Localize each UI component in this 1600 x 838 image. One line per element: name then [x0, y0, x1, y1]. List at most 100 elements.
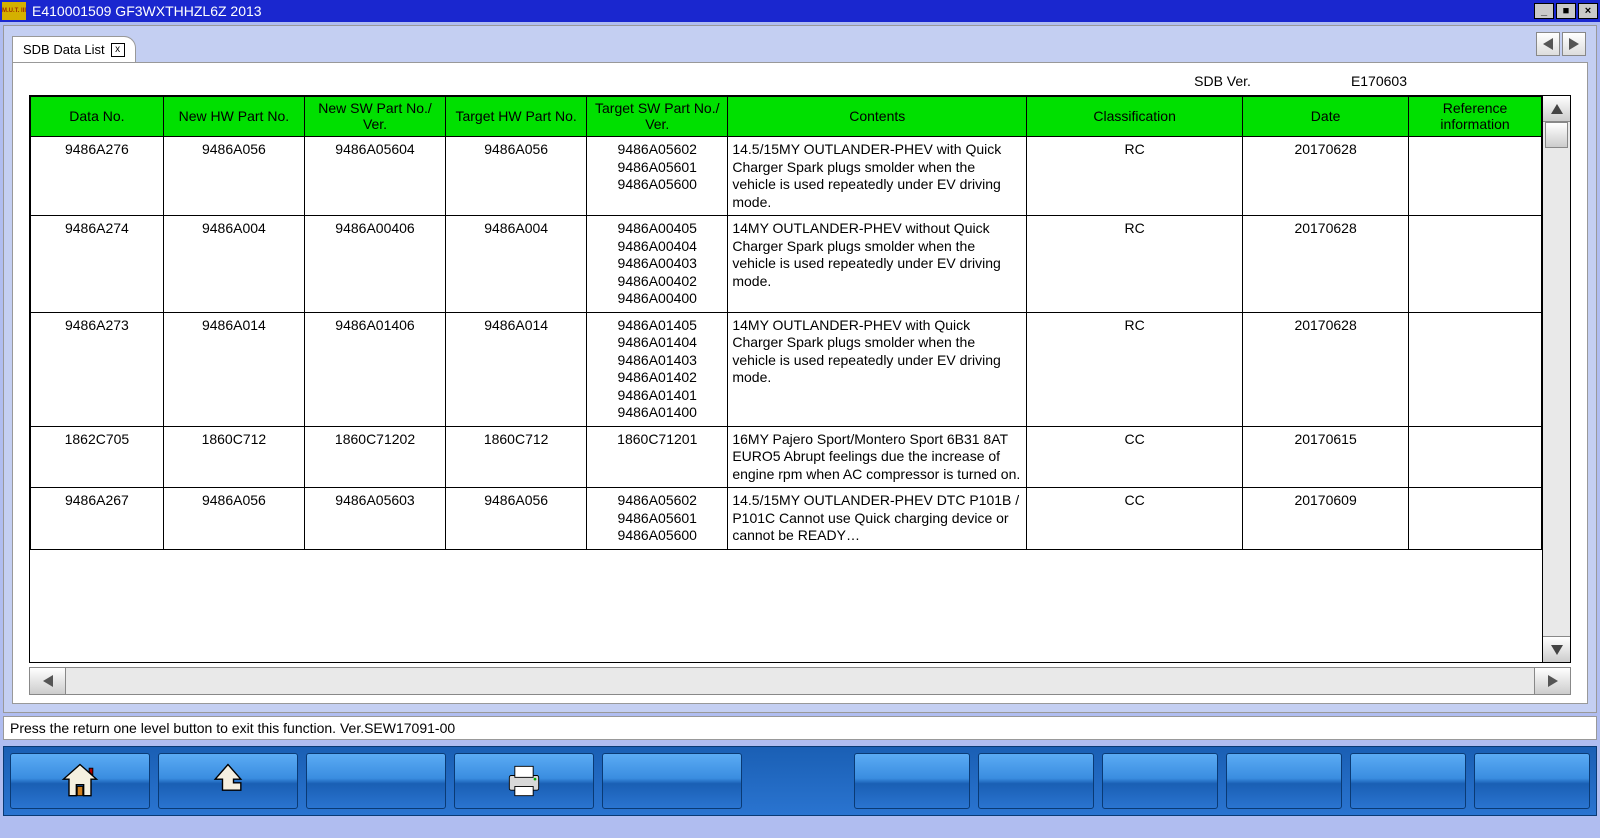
up-arrow-icon: [206, 759, 250, 803]
table-cell: 14.5/15MY OUTLANDER-PHEV DTC P101B / P10…: [728, 488, 1027, 550]
table-cell: 9486A014059486A014049486A014039486A01402…: [587, 312, 728, 426]
table-cell: 9486A056: [446, 488, 587, 550]
status-bar: Press the return one level button to exi…: [3, 716, 1597, 740]
table-cell: 1860C712: [446, 426, 587, 488]
col-header[interactable]: Reference information: [1409, 97, 1542, 137]
table-cell: 1860C71202: [304, 426, 445, 488]
table-cell: RC: [1027, 137, 1243, 216]
scroll-down-button[interactable]: [1543, 636, 1570, 662]
col-header[interactable]: Classification: [1027, 97, 1243, 137]
table-cell: 9486A014: [446, 312, 587, 426]
toolbar-button-5[interactable]: [602, 753, 742, 809]
content-panel: SDB Ver. E170603 Data No. New HW Part No…: [12, 62, 1588, 704]
table-cell: 9486A004: [163, 216, 304, 313]
table-header-row: Data No. New HW Part No. New SW Part No.…: [31, 97, 1542, 137]
table-row[interactable]: 9486A2769486A0569486A056049486A0569486A0…: [31, 137, 1542, 216]
maximize-button[interactable]: ■: [1556, 3, 1576, 19]
status-text: Press the return one level button to exi…: [10, 720, 455, 736]
tab-strip: SDB Data List x: [4, 26, 1596, 62]
col-header[interactable]: Data No.: [31, 97, 164, 137]
main-panel: SDB Data List x SDB Ver. E170603: [3, 25, 1597, 713]
toolbar-button-3[interactable]: [306, 753, 446, 809]
tab-sdb-data-list[interactable]: SDB Data List x: [12, 36, 136, 62]
table-row[interactable]: 9486A2679486A0569486A056039486A0569486A0…: [31, 488, 1542, 550]
data-table: Data No. New HW Part No. New SW Part No.…: [30, 96, 1542, 550]
app-icon-label: M.U.T. III: [2, 8, 26, 14]
table-cell: 9486A004: [446, 216, 587, 313]
toolbar-button-9[interactable]: [1226, 753, 1342, 809]
table-cell: 1860C712: [163, 426, 304, 488]
col-header[interactable]: Date: [1243, 97, 1409, 137]
table-cell: 9486A00406: [304, 216, 445, 313]
table-cell: 9486A004059486A004049486A004039486A00402…: [587, 216, 728, 313]
table-cell: 16MY Pajero Sport/Montero Sport 6B31 8AT…: [728, 426, 1027, 488]
col-header[interactable]: Target SW Part No./ Ver.: [587, 97, 728, 137]
bottom-toolbar: [3, 746, 1597, 816]
col-header[interactable]: Target HW Part No.: [446, 97, 587, 137]
table-cell: [1409, 312, 1542, 426]
table-cell: 20170628: [1243, 137, 1409, 216]
table-cell: 9486A056: [163, 488, 304, 550]
table-cell: 9486A056029486A056019486A05600: [587, 137, 728, 216]
toolbar-button-6[interactable]: [854, 753, 970, 809]
scroll-left-button[interactable]: [30, 668, 66, 694]
app-icon: M.U.T. III: [2, 2, 26, 20]
scroll-track-h[interactable]: [66, 668, 1534, 694]
col-header[interactable]: Contents: [728, 97, 1027, 137]
title-bar: M.U.T. III E410001509 GF3WXTHHZL6Z 2013 …: [0, 0, 1600, 22]
table-row[interactable]: 9486A2749486A0049486A004069486A0049486A0…: [31, 216, 1542, 313]
table-cell: 20170615: [1243, 426, 1409, 488]
table-cell: CC: [1027, 426, 1243, 488]
minimize-button[interactable]: _: [1534, 3, 1554, 19]
data-table-wrap: Data No. New HW Part No. New SW Part No.…: [29, 95, 1543, 663]
horizontal-scrollbar[interactable]: [29, 667, 1571, 695]
tab-next-button[interactable]: [1562, 32, 1586, 56]
table-cell: 9486A274: [31, 216, 164, 313]
vertical-scrollbar[interactable]: [1543, 95, 1571, 663]
table-cell: 14MY OUTLANDER-PHEV without Quick Charge…: [728, 216, 1027, 313]
table-row[interactable]: 1862C7051860C7121860C712021860C7121860C7…: [31, 426, 1542, 488]
table-cell: 9486A05603: [304, 488, 445, 550]
print-button[interactable]: [454, 753, 594, 809]
table-cell: [1409, 488, 1542, 550]
table-cell: [1409, 426, 1542, 488]
home-button[interactable]: [10, 753, 150, 809]
table-cell: 9486A014: [163, 312, 304, 426]
sdb-version-value: E170603: [1351, 73, 1407, 89]
table-cell: [1409, 137, 1542, 216]
return-button[interactable]: [158, 753, 298, 809]
table-cell: 20170609: [1243, 488, 1409, 550]
table-cell: RC: [1027, 312, 1243, 426]
window-title: E410001509 GF3WXTHHZL6Z 2013: [32, 3, 1534, 19]
sdb-version-label: SDB Ver.: [1194, 73, 1251, 89]
table-cell: 9486A01406: [304, 312, 445, 426]
table-cell: 20170628: [1243, 312, 1409, 426]
toolbar-button-10[interactable]: [1350, 753, 1466, 809]
table-cell: 20170628: [1243, 216, 1409, 313]
toolbar-button-8[interactable]: [1102, 753, 1218, 809]
scroll-up-button[interactable]: [1543, 96, 1570, 122]
close-button[interactable]: ×: [1578, 3, 1598, 19]
table-cell: 1860C71201: [587, 426, 728, 488]
scroll-track[interactable]: [1543, 122, 1570, 636]
toolbar-button-11[interactable]: [1474, 753, 1590, 809]
tab-close-button[interactable]: x: [111, 43, 125, 57]
tab-prev-button[interactable]: [1536, 32, 1560, 56]
table-cell: 9486A056: [446, 137, 587, 216]
toolbar-button-7[interactable]: [978, 753, 1094, 809]
scroll-thumb[interactable]: [1545, 122, 1568, 148]
table-row[interactable]: 9486A2739486A0149486A014069486A0149486A0…: [31, 312, 1542, 426]
table-cell: 9486A267: [31, 488, 164, 550]
table-cell: RC: [1027, 216, 1243, 313]
scroll-right-button[interactable]: [1534, 668, 1570, 694]
col-header[interactable]: New SW Part No./ Ver.: [304, 97, 445, 137]
table-cell: CC: [1027, 488, 1243, 550]
table-cell: 9486A056029486A056019486A05600: [587, 488, 728, 550]
table-cell: 9486A276: [31, 137, 164, 216]
col-header[interactable]: New HW Part No.: [163, 97, 304, 137]
table-cell: 14.5/15MY OUTLANDER-PHEV with Quick Char…: [728, 137, 1027, 216]
printer-icon: [502, 759, 546, 803]
table-cell: 14MY OUTLANDER-PHEV with Quick Charger S…: [728, 312, 1027, 426]
table-cell: 9486A273: [31, 312, 164, 426]
tab-label: SDB Data List: [23, 42, 105, 57]
